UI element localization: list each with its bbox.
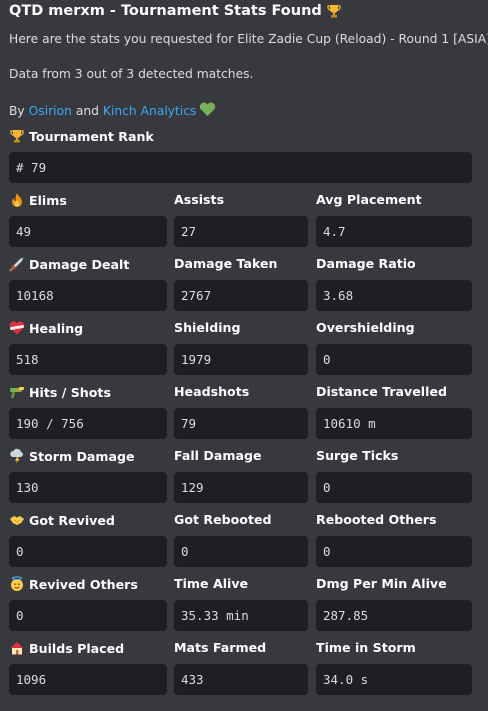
elims-name: Elims — [29, 192, 67, 208]
time-in-storm-label: Time in Storm — [316, 640, 416, 655]
credits-and: and — [71, 104, 103, 118]
storm-damage-value: 130 — [9, 472, 167, 503]
distance-travelled-label: Distance Travelled — [316, 384, 447, 399]
damage-taken-name: Damage Taken — [174, 256, 278, 271]
hits-shots-label: Hits / Shots — [9, 384, 111, 400]
headshots-label: Headshots — [174, 384, 249, 399]
shielding-value: 1979 — [174, 344, 308, 375]
stats-embed: QTD merxm - Tournament Stats Found Here … — [0, 0, 488, 711]
fire-icon — [12, 193, 22, 207]
embed-title: QTD merxm - Tournament Stats Found — [9, 3, 342, 19]
elims-label: Elims — [9, 192, 67, 208]
fall-damage-value: 129 — [174, 472, 308, 503]
got-rebooted-label: Got Rebooted — [174, 512, 272, 527]
handshake-icon — [10, 516, 24, 525]
overshielding-name: Overshielding — [316, 320, 415, 335]
embed-credits: By Osirion and Kinch Analytics — [9, 102, 216, 118]
damage-taken-label: Damage Taken — [174, 256, 278, 271]
shielding-label: Shielding — [174, 320, 241, 335]
mats-farmed-value: 433 — [174, 664, 308, 695]
hits-shots-name: Hits / Shots — [29, 384, 111, 400]
overshielding-value: 0 — [316, 344, 472, 375]
elims-value: 49 — [9, 216, 167, 247]
time-alive-value: 35.33 min — [174, 600, 308, 631]
assists-value: 27 — [174, 216, 308, 247]
water-pistol-icon — [10, 387, 24, 398]
osirion-link[interactable]: Osirion — [29, 104, 72, 118]
healing-name: Healing — [29, 320, 84, 336]
fall-damage-label: Fall Damage — [174, 448, 262, 463]
embed-title-text: QTD merxm - Tournament Stats Found — [9, 3, 322, 19]
embed-description-line1: Here are the stats you requested for Eli… — [9, 32, 488, 46]
surge-ticks-label: Surge Ticks — [316, 448, 398, 463]
storm-damage-label: Storm Damage — [9, 448, 135, 464]
damage-ratio-value: 3.68 — [316, 280, 472, 311]
got-revived-value: 0 — [9, 536, 167, 567]
got-revived-name: Got Revived — [29, 512, 115, 528]
overshielding-label: Overshielding — [316, 320, 415, 335]
damage-dealt-label: Damage Dealt — [9, 256, 129, 272]
assists-name: Assists — [174, 192, 225, 207]
rebooted-others-value: 0 — [316, 536, 472, 567]
revived-others-label: Revived Others — [9, 576, 138, 592]
rebooted-others-name: Rebooted Others — [316, 512, 437, 527]
damage-ratio-name: Damage Ratio — [316, 256, 416, 271]
headshots-value: 79 — [174, 408, 308, 439]
shielding-name: Shielding — [174, 320, 241, 335]
damage-ratio-label: Damage Ratio — [316, 256, 416, 271]
tournament-rank-label: Tournament Rank — [9, 128, 154, 144]
revived-others-value: 0 — [9, 600, 167, 631]
time-alive-name: Time Alive — [174, 576, 249, 591]
damage-dealt-value: 10168 — [9, 280, 167, 311]
healing-value: 518 — [9, 344, 167, 375]
fall-damage-name: Fall Damage — [174, 448, 262, 463]
dmg-per-min-alive-name: Dmg Per Min Alive — [316, 576, 447, 591]
tournament-rank-name: Tournament Rank — [29, 128, 154, 144]
distance-travelled-value: 10610 m — [316, 408, 472, 439]
dmg-per-min-alive-label: Dmg Per Min Alive — [316, 576, 447, 591]
avg-placement-value: 4.7 — [316, 216, 472, 247]
credits-prefix: By — [9, 104, 29, 118]
headshots-name: Headshots — [174, 384, 250, 399]
got-rebooted-name: Got Rebooted — [174, 512, 272, 527]
storm-damage-name: Storm Damage — [29, 448, 135, 464]
damage-taken-value: 2767 — [174, 280, 308, 311]
surge-ticks-value: 0 — [316, 472, 472, 503]
storm-cloud-icon — [10, 448, 23, 464]
trophy-icon — [327, 5, 341, 18]
builds-placed-name: Builds Placed — [29, 640, 125, 656]
got-rebooted-value: 0 — [174, 536, 308, 567]
hits-shots-value: 190 / 756 — [9, 408, 167, 439]
house-icon — [10, 642, 24, 655]
builds-placed-label: Builds Placed — [9, 640, 124, 656]
avg-placement-label: Avg Placement — [316, 192, 422, 207]
rebooted-others-label: Rebooted Others — [316, 512, 436, 527]
avg-placement-name: Avg Placement — [316, 192, 422, 207]
angel-face-icon — [11, 576, 23, 591]
surge-ticks-name: Surge Ticks — [316, 448, 399, 463]
dagger-icon — [9, 257, 24, 272]
tournament-rank-value: # 79 — [9, 152, 472, 183]
bandaged-heart-icon — [9, 321, 25, 335]
green-heart-icon — [200, 102, 216, 116]
time-in-storm-name: Time in Storm — [316, 640, 416, 655]
distance-travelled-name: Distance Travelled — [316, 384, 447, 399]
kinch-analytics-link[interactable]: Kinch Analytics — [103, 104, 197, 118]
mats-farmed-name: Mats Farmed — [174, 640, 267, 655]
got-revived-label: Got Revived — [9, 512, 115, 528]
damage-dealt-name: Damage Dealt — [29, 256, 130, 272]
embed-description-line2: Data from 3 out of 3 detected matches. — [9, 67, 254, 81]
builds-placed-value: 1096 — [9, 664, 167, 695]
trophy-icon — [10, 130, 24, 143]
revived-others-name: Revived Others — [29, 576, 138, 592]
mats-farmed-label: Mats Farmed — [174, 640, 266, 655]
time-in-storm-value: 34.0 s — [316, 664, 472, 695]
dmg-per-min-alive-value: 287.85 — [316, 600, 472, 631]
healing-label: Healing — [9, 320, 83, 336]
time-alive-label: Time Alive — [174, 576, 248, 591]
assists-label: Assists — [174, 192, 224, 207]
